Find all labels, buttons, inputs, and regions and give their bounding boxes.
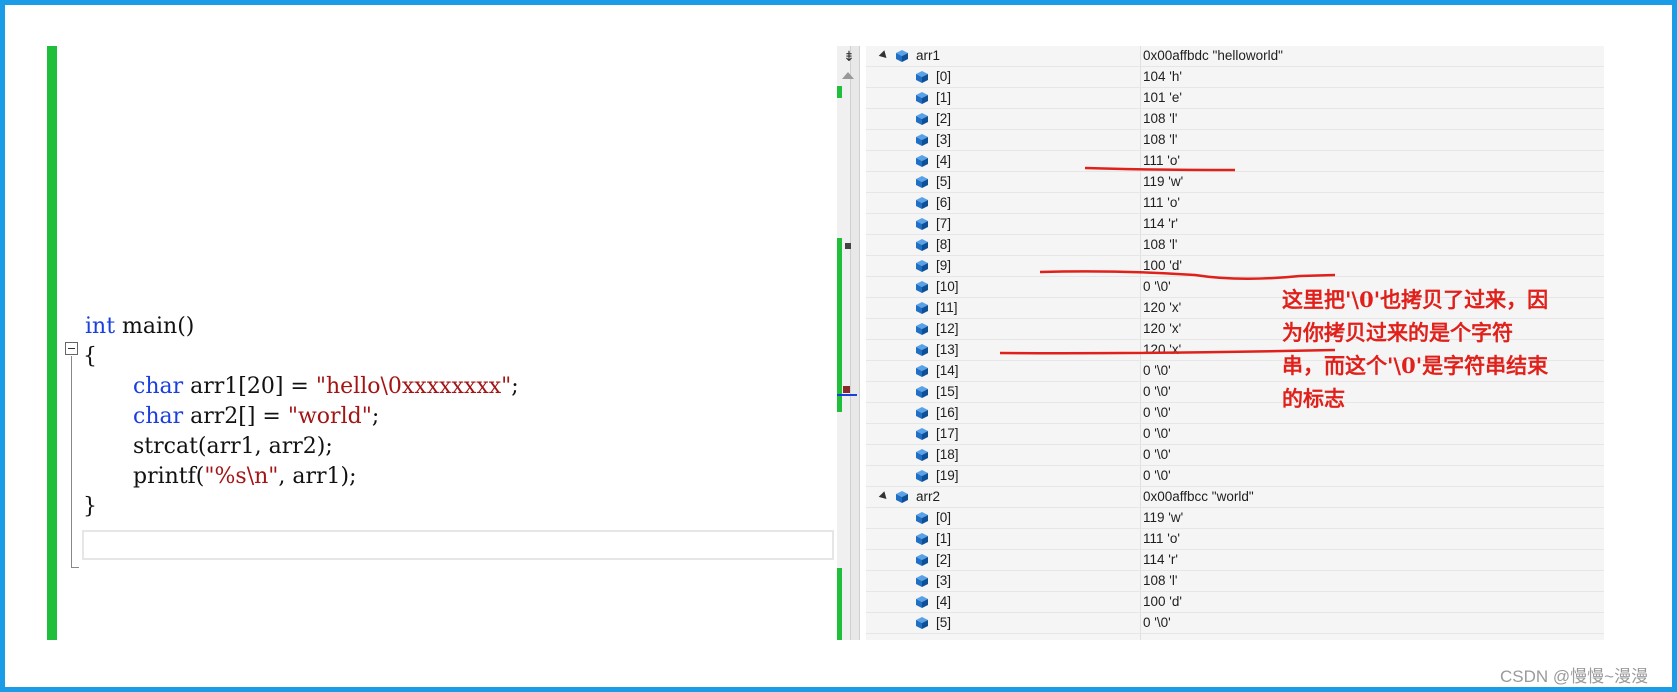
annotation-line: 这里把'\0'也拷贝了过来，因 bbox=[1282, 287, 1549, 312]
annotation-note: 这里把'\0'也拷贝了过来，因 为你拷贝过来的是个字符 串，而这个'\0'是字符… bbox=[1282, 283, 1642, 415]
watermark: CSDN @慢慢~漫漫 bbox=[1500, 667, 1649, 686]
annotation-line: 的标志 bbox=[1282, 386, 1345, 411]
annotation-line: 串，而这个'\0'是字符串结束 bbox=[1282, 353, 1549, 378]
underline-stroke-1 bbox=[1084, 166, 1236, 172]
annotation-line: 为你拷贝过来的是个字符 bbox=[1282, 320, 1513, 345]
underline-stroke-2 bbox=[1039, 270, 1336, 281]
